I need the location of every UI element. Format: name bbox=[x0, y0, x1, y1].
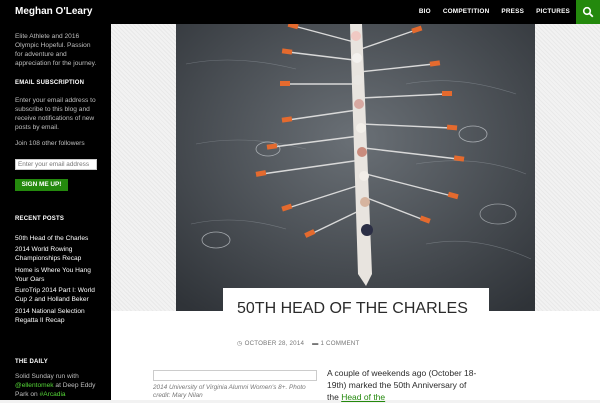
site-title[interactable]: Meghan O'Leary bbox=[15, 6, 92, 17]
email-subscription-title: EMAIL SUBSCRIPTION bbox=[15, 80, 85, 86]
nav-item-press[interactable]: PRESS bbox=[495, 0, 530, 24]
nav-item-bio[interactable]: BIO bbox=[413, 0, 437, 24]
nav-item-pictures[interactable]: PICTURES bbox=[530, 0, 576, 24]
rowing-photo bbox=[176, 24, 535, 312]
entry-header: 50TH HEAD OF THE CHARLES ◷ OCTOBER 28, 20… bbox=[223, 288, 489, 348]
email-field[interactable]: Enter your email address bbox=[15, 159, 97, 170]
recent-post-link[interactable]: 2014 World Rowing Championships Recap bbox=[15, 245, 100, 263]
top-bar: Meghan O'Leary BIO COMPETITION PRESS PIC… bbox=[0, 0, 600, 24]
post-date-text: OCTOBER 28, 2014 bbox=[244, 340, 305, 347]
post-comments-text: 1 COMMENT bbox=[320, 340, 360, 347]
main-content: 50TH HEAD OF THE CHARLES ◷ OCTOBER 28, 20… bbox=[111, 24, 600, 403]
primary-nav: BIO COMPETITION PRESS PICTURES bbox=[413, 0, 576, 24]
the-daily-text: Solid Sunday run with @ellentomek at Dee… bbox=[15, 372, 97, 399]
post-title[interactable]: 50TH HEAD OF THE CHARLES bbox=[237, 300, 468, 317]
featured-image[interactable] bbox=[176, 24, 535, 312]
post-excerpt: A couple of weekends ago (October 18-19t… bbox=[327, 367, 477, 403]
search-button[interactable] bbox=[576, 0, 600, 24]
nav-item-competition[interactable]: COMPETITION bbox=[437, 0, 496, 24]
entry-meta: ◷ OCTOBER 28, 2014 ▬ 1 COMMENT bbox=[237, 340, 359, 347]
head-of-the-charles-link[interactable]: Head of the bbox=[341, 392, 385, 402]
post-date[interactable]: ◷ OCTOBER 28, 2014 bbox=[237, 340, 304, 347]
email-subscription-text: Enter your email address to subscribe to… bbox=[15, 97, 96, 131]
image-caption: 2014 University of Virginia Alumni Women… bbox=[153, 384, 306, 399]
recent-posts-title: RECENT POSTS bbox=[15, 216, 65, 222]
site-description: Elite Athlete and 2016 Olympic Hopeful. … bbox=[15, 33, 97, 67]
caption-image-placeholder bbox=[153, 370, 317, 381]
comment-icon: ▬ bbox=[312, 340, 319, 347]
sidebar: Elite Athlete and 2016 Olympic Hopeful. … bbox=[0, 24, 111, 400]
daily-text-prefix: Solid Sunday run with bbox=[15, 373, 79, 380]
recent-post-link[interactable]: EuroTrip 2014 Part I: World Cup 2 and Ho… bbox=[15, 286, 100, 304]
clock-icon: ◷ bbox=[237, 340, 243, 347]
daily-handle-link[interactable]: @ellentomek bbox=[15, 382, 54, 389]
the-daily-title: THE DAILY bbox=[15, 359, 48, 365]
followers-count: Join 108 other followers bbox=[15, 140, 85, 147]
recent-post-link[interactable]: 2014 National Selection Regatta II Recap bbox=[15, 307, 100, 325]
recent-post-link[interactable]: Home is Where You Hang Your Oars bbox=[15, 266, 100, 284]
sign-up-button[interactable]: SIGN ME UP! bbox=[15, 179, 68, 191]
post-comments[interactable]: ▬ 1 COMMENT bbox=[312, 340, 359, 347]
daily-tag-link[interactable]: #Arcadia bbox=[40, 391, 66, 398]
recent-posts-list: 50th Head of the Charles 2014 World Rowi… bbox=[15, 234, 100, 325]
search-icon bbox=[582, 6, 594, 18]
recent-post-link[interactable]: 50th Head of the Charles bbox=[15, 234, 100, 243]
